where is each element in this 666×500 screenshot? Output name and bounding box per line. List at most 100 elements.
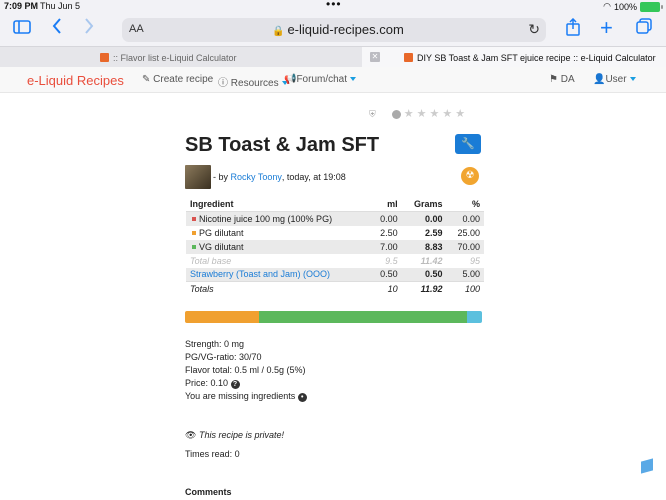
- ml-value: 2.50: [380, 227, 398, 238]
- wifi-icon: ◠: [603, 1, 611, 11]
- url-text: e-liquid-recipes.com: [287, 22, 404, 37]
- nav-forum[interactable]: 📢Forum/chat: [284, 74, 357, 85]
- total-base-label: Total base: [190, 255, 232, 266]
- ingredient-name: Nicotine juice 100 mg (100% PG): [199, 213, 333, 224]
- multitask-dots[interactable]: •••: [326, 0, 342, 11]
- star-icon[interactable]: ★: [430, 109, 440, 120]
- mix-segment: [467, 311, 482, 323]
- tab-flavor-list[interactable]: :: Flavor list e-Liquid Calculator: [0, 47, 362, 68]
- star-icon[interactable]: ★: [404, 109, 414, 120]
- ml-value: 7.00: [370, 239, 402, 254]
- nav-user[interactable]: 👤User: [593, 74, 636, 85]
- mix-ratio-bar: [185, 311, 482, 323]
- eye-icon: 👁: [185, 430, 197, 440]
- avatar: [185, 165, 211, 189]
- help-icon[interactable]: ?: [230, 380, 240, 389]
- missing-info-icon[interactable]: •: [297, 393, 307, 402]
- star-icon[interactable]: ★: [455, 109, 465, 120]
- nav-label: Resources: [230, 78, 279, 89]
- megaphone-icon: 📢: [284, 74, 297, 85]
- ml-value: 10: [370, 281, 402, 296]
- by-prefix: - by: [213, 172, 229, 182]
- tab-strip: :: Flavor list e-Liquid Calculator ✕ DIY…: [0, 46, 666, 68]
- status-bar: 7:09 PM Thu Jun 5 ••• ◠ 100%: [0, 0, 666, 12]
- percent-value: 95: [469, 255, 480, 266]
- grams-value: 0.00: [401, 211, 447, 226]
- status-date: Thu Jun 5: [40, 1, 81, 11]
- strength-text: Strength: 0 mg: [185, 339, 245, 349]
- ml-value: 0.00: [370, 211, 402, 226]
- nav-create-recipe[interactable]: ✎ Create recipe: [142, 74, 213, 85]
- star-icon[interactable]: ★: [442, 109, 452, 120]
- grams-value: 2.59: [424, 227, 443, 238]
- table-row: PG dilutant 2.50 2.59 25.00: [186, 226, 484, 240]
- col-percent: %: [446, 197, 484, 212]
- new-tab-icon[interactable]: +: [600, 17, 613, 39]
- nav-language[interactable]: ⚑ DA: [549, 74, 575, 85]
- ingredient-name: PG dilutant: [199, 227, 244, 238]
- recipe-title: SB Toast & Jam SFT: [185, 134, 380, 156]
- share-icon[interactable]: [566, 17, 580, 40]
- totals-row: Totals 10 11.92 100: [186, 281, 484, 296]
- flag-icon: ⚑: [549, 74, 558, 85]
- nav-label: Forum/chat: [296, 74, 348, 85]
- pencil-icon: ✎: [142, 74, 151, 85]
- grams-value: 11.42: [420, 255, 443, 266]
- ml-value: 0.50: [370, 267, 402, 282]
- user-icon: 👤: [593, 74, 606, 85]
- sidebar-icon[interactable]: [13, 18, 31, 38]
- tabs-overview-icon[interactable]: [636, 18, 652, 38]
- nav-resources[interactable]: ⓘ Resources: [218, 74, 288, 89]
- mix-segment: [185, 311, 260, 323]
- shield-icon: ⛨: [369, 109, 376, 119]
- reload-icon[interactable]: ↻: [528, 21, 540, 38]
- site-navbar: e-Liquid Recipes ✎ Create recipe ⓘ Resou…: [0, 67, 666, 93]
- clear-rating-icon[interactable]: [391, 110, 401, 119]
- times-read: Times read: 0: [185, 449, 240, 459]
- color-swatch: [192, 216, 196, 221]
- nav-label: User: [605, 74, 627, 85]
- address-bar[interactable]: AA 🔒 e-liquid-recipes.com ↻: [122, 18, 546, 42]
- tab-recipe[interactable]: ✕ DIY SB Toast & Jam SFT ejuice recipe :…: [362, 47, 666, 68]
- site-brand[interactable]: e-Liquid Recipes: [27, 73, 124, 88]
- table-row: VG dilutant 7.00 8.83 70.00: [186, 239, 484, 254]
- table-row: Nicotine juice 100 mg (100% PG) 0.00 0.0…: [186, 211, 484, 226]
- grams-value: 11.92: [401, 281, 447, 296]
- back-icon[interactable]: [52, 18, 62, 38]
- author-link[interactable]: Rocky Toony: [231, 172, 282, 182]
- reader-options-button[interactable]: AA: [129, 23, 144, 35]
- caret-down-icon: [629, 77, 636, 82]
- wrench-icon: 🔧: [461, 138, 475, 150]
- missing-text: You are missing ingredients: [185, 391, 296, 401]
- caret-down-icon: [350, 77, 357, 82]
- star-icon[interactable]: ★: [417, 109, 427, 120]
- nuke-icon[interactable]: ☢: [461, 167, 479, 185]
- rating-widget[interactable]: ⛨ ★ ★ ★ ★ ★: [369, 109, 465, 120]
- price-text: Price: 0.10: [185, 378, 229, 388]
- edit-wrench-button[interactable]: 🔧: [455, 134, 481, 154]
- info-icon: ⓘ: [218, 78, 228, 89]
- author-line: - by Rocky Toony , today, at 19:08: [185, 165, 346, 189]
- ingredient-name: VG dilutant: [199, 241, 244, 252]
- forward-icon[interactable]: [84, 18, 94, 38]
- percent-value: 25.00: [457, 227, 480, 238]
- totals-label: Totals: [186, 281, 371, 296]
- safari-toolbar: AA 🔒 e-liquid-recipes.com ↻ +: [0, 14, 666, 44]
- status-time: 7:09 PM: [4, 1, 39, 11]
- col-ingredient: Ingredient: [186, 197, 371, 212]
- flavor-link[interactable]: Strawberry (Toast and Jam) (OOO): [190, 269, 330, 279]
- favicon-icon: [100, 53, 109, 62]
- percent-value: 5.00: [446, 267, 484, 282]
- recipe-content: ⛨ ★ ★ ★ ★ ★ SB Toast & Jam SFT 🔧 - by Ro…: [0, 93, 666, 500]
- posted-time: , today, at 19:08: [281, 172, 346, 182]
- nav-label: Create recipe: [153, 74, 214, 85]
- mix-segment: [259, 311, 468, 323]
- ml-value: 9.5: [385, 255, 398, 266]
- private-notice: 👁 This recipe is private!: [185, 430, 284, 441]
- battery-icon: [640, 1, 663, 12]
- percent-value: 70.00: [446, 239, 484, 254]
- col-grams: Grams: [401, 197, 447, 212]
- floating-widget-icon[interactable]: [641, 458, 653, 474]
- close-tab-icon[interactable]: ✕: [370, 52, 380, 62]
- ratio-text: PG/VG-ratio: 30/70: [185, 352, 262, 362]
